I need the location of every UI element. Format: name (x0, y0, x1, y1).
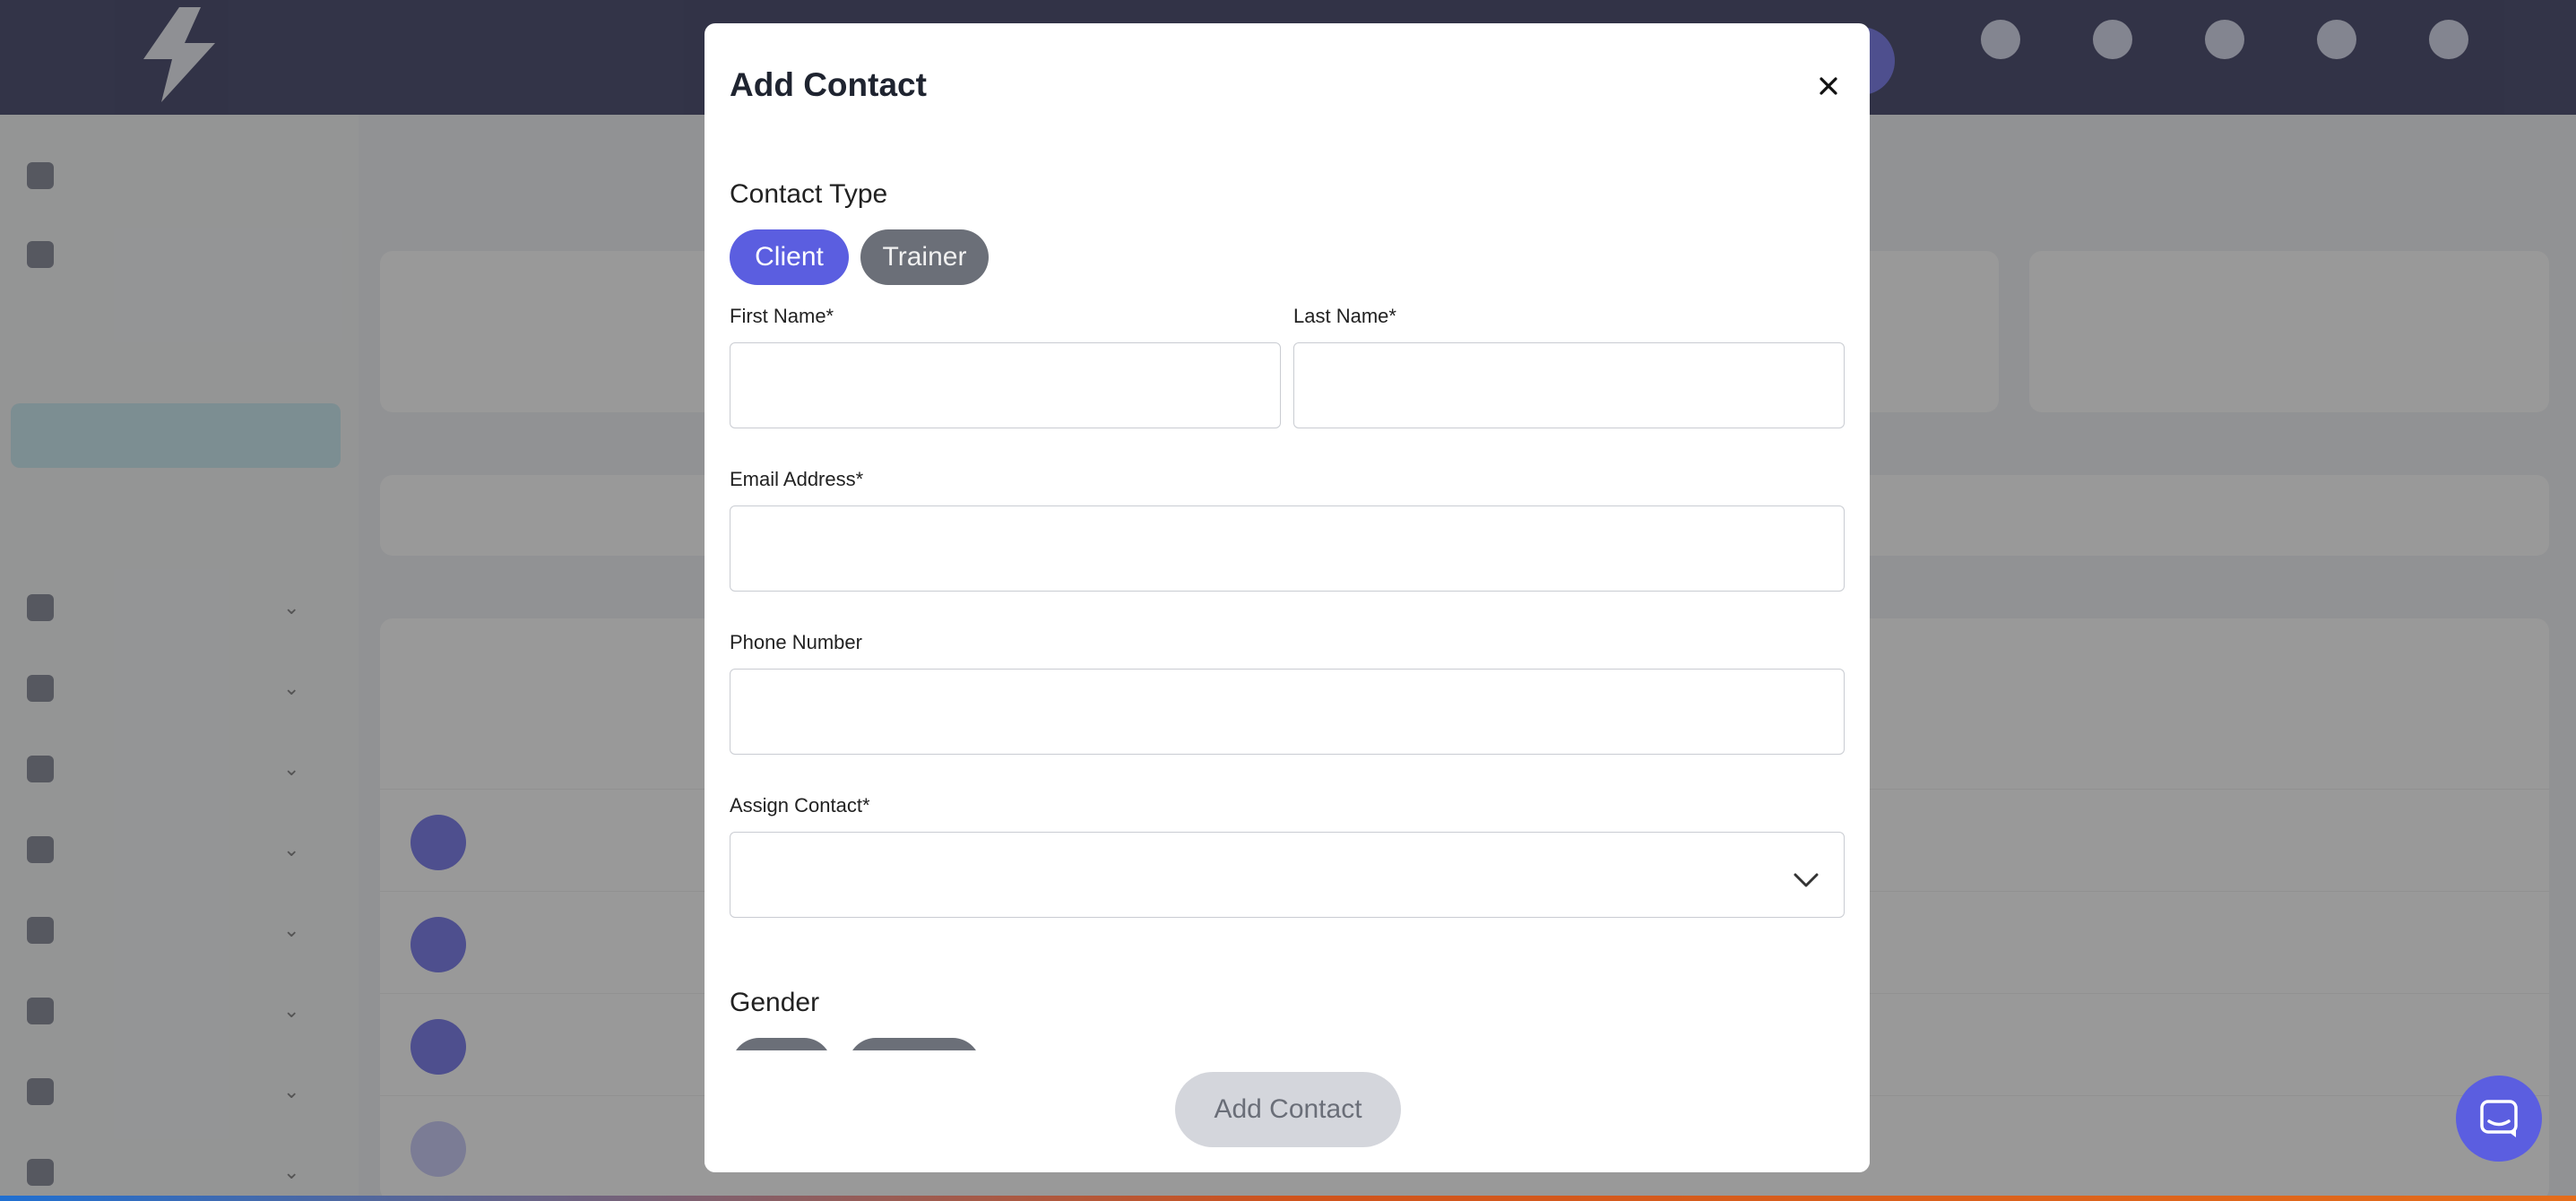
gender-label: Gender (730, 988, 820, 1017)
add-contact-button[interactable]: Add Contact (1175, 1072, 1401, 1147)
email-field[interactable] (730, 505, 1845, 592)
email-label: Email Address* (730, 468, 864, 490)
last-name-field[interactable] (1293, 342, 1845, 428)
contact-type-client-button[interactable]: Client (730, 229, 849, 285)
assign-contact-select[interactable] (730, 832, 1845, 918)
chevron-down-icon (1794, 873, 1819, 887)
bottom-accent-stripe (0, 1196, 2576, 1201)
contact-type-trainer-button[interactable]: Trainer (860, 229, 989, 285)
last-name-label: Last Name* (1293, 305, 1396, 327)
contact-type-label: Contact Type (730, 179, 888, 209)
first-name-label: First Name* (730, 305, 834, 327)
first-name-field[interactable] (730, 342, 1281, 428)
chat-bubble-icon (2480, 1100, 2518, 1137)
modal-title: Add Contact (730, 66, 927, 103)
phone-field[interactable] (730, 669, 1845, 755)
close-icon (1820, 77, 1837, 95)
close-button[interactable] (1811, 68, 1846, 104)
assign-contact-label: Assign Contact* (730, 794, 870, 817)
add-contact-modal: Add Contact Contact Type Client Trainer … (705, 23, 1870, 1172)
chat-launcher-button[interactable] (2456, 1076, 2542, 1162)
phone-label: Phone Number (730, 631, 862, 653)
